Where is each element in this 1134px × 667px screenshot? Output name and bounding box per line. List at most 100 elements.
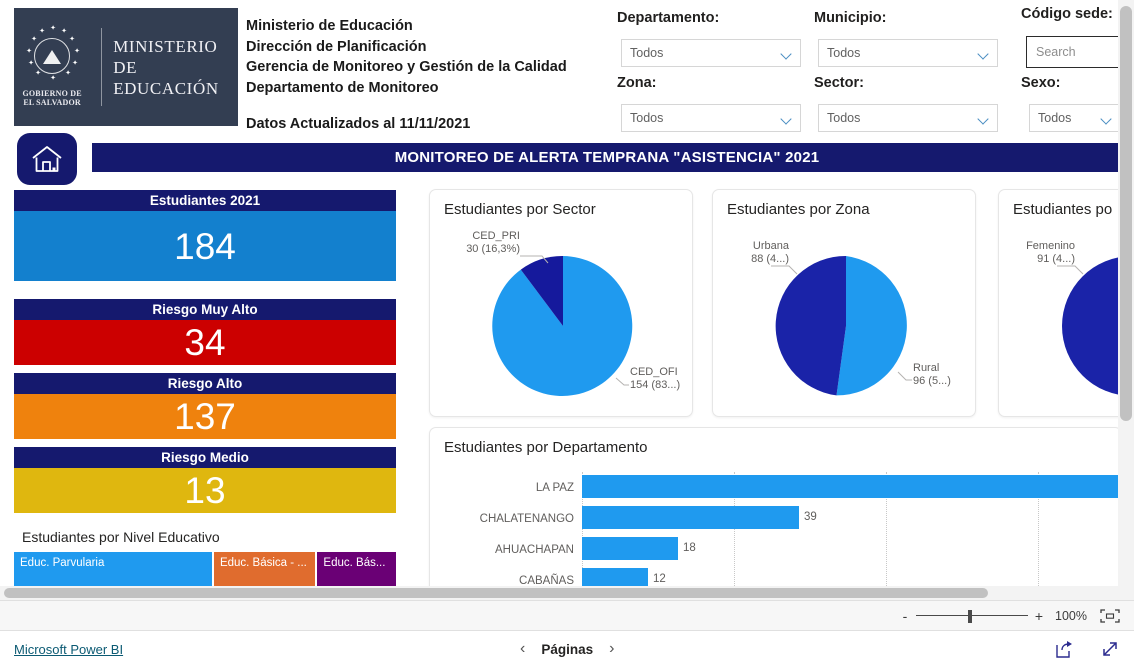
share-button[interactable]: [1054, 639, 1074, 659]
slicer-label-departamento: Departamento:: [617, 10, 720, 26]
kpi-card-estudiantes-2021[interactable]: Estudiantes 2021 184: [14, 190, 396, 281]
pages-label: Páginas: [541, 641, 594, 657]
home-button[interactable]: [17, 133, 77, 185]
pie-label-name: Rural: [913, 362, 940, 374]
report-footer: Microsoft Power BI ‹ Páginas ›: [0, 630, 1134, 667]
previous-page-button[interactable]: ‹: [520, 640, 525, 658]
zoom-slider-rail: [916, 614, 1028, 616]
pie-label-name: Femenino: [1026, 240, 1075, 252]
bar-category-label: CHALATENANGO: [479, 513, 574, 525]
slicer-departamento[interactable]: Todos: [621, 39, 801, 67]
visual-card-estudiantes-por-sexo[interactable]: Estudiantes po Femenino 91 (4...): [998, 189, 1134, 417]
el-salvador-crest: ✦ ✦ ✦ ✦ ✦ ✦ ✦ ✦ ✦ ✦ ✦ ✦ GOBIERNO DE EL S…: [22, 24, 82, 108]
logo-name-line1: MINISTERIO: [113, 36, 218, 56]
slicer-sector[interactable]: Todos: [818, 104, 998, 132]
report-horizontal-scrollbar-thumb[interactable]: [4, 588, 988, 598]
pie-label-name: CED_PRI: [472, 230, 520, 242]
expand-icon: [1103, 642, 1117, 656]
treemap-cell-label: Educ. Básica - ...: [219, 557, 307, 569]
kpi-value: 34: [14, 320, 396, 365]
pie-slice-rural: [836, 256, 907, 396]
chevron-down-icon: [978, 113, 989, 124]
report-canvas: ✦ ✦ ✦ ✦ ✦ ✦ ✦ ✦ ✦ ✦ ✦ ✦ GOBIERNO DE EL S…: [0, 0, 1134, 600]
kpi-value: 13: [14, 468, 396, 513]
report-vertical-scrollbar-thumb[interactable]: [1120, 6, 1132, 421]
slicer-zona-value: Todos: [630, 111, 664, 125]
visual-card-estudiantes-por-sector[interactable]: Estudiantes por Sector CED_PRI 30 (16,3%…: [429, 189, 693, 417]
treemap-cell-label: Educ. Parvularia: [20, 557, 105, 569]
pie-slice-urbana: [775, 255, 846, 396]
crest-label-line2: EL SALVADOR: [23, 98, 81, 107]
slicer-sexo-value: Todos: [1038, 111, 1072, 125]
microsoft-power-bi-link[interactable]: Microsoft Power BI: [14, 642, 123, 657]
slicer-sexo[interactable]: Todos: [1029, 104, 1121, 132]
slicer-label-municipio: Municipio:: [814, 10, 887, 26]
pie-label-value: 88 (4...): [751, 253, 789, 265]
pie-chart-sexo: [1057, 256, 1134, 396]
kpi-card-riesgo-alto[interactable]: Riesgo Alto 137: [14, 373, 396, 439]
bar-ahuachapan[interactable]: [582, 537, 678, 560]
kpi-title: Estudiantes 2021: [14, 190, 396, 211]
pie-label-value: 96 (5...): [913, 375, 951, 387]
mined-logo: ✦ ✦ ✦ ✦ ✦ ✦ ✦ ✦ ✦ ✦ ✦ ✦ GOBIERNO DE EL S…: [14, 8, 238, 126]
kpi-value: 184: [14, 211, 396, 281]
slicer-label-sexo: Sexo:: [1021, 75, 1061, 91]
treemap-cell-label: Educ. Bás...: [323, 557, 386, 569]
kpi-card-riesgo-medio[interactable]: Riesgo Medio 13: [14, 447, 396, 513]
slicer-label-codigo-sede: Código sede:: [1021, 6, 1113, 22]
chevron-down-icon: [781, 113, 792, 124]
visual-card-estudiantes-por-departamento[interactable]: Estudiantes por Departamento LA PAZ CHAL…: [429, 427, 1122, 600]
report-header-title: Ministerio de Educación Dirección de Pla…: [246, 18, 567, 96]
pie-label-value: 154 (83...): [630, 379, 681, 391]
fullscreen-button[interactable]: [1100, 639, 1120, 659]
dashboard-banner-title: MONITOREO DE ALERTA TEMPRANA "ASISTENCIA…: [92, 143, 1122, 172]
bar-category-label: LA PAZ: [535, 482, 574, 494]
search-placeholder: Search: [1036, 45, 1076, 59]
pie-label-value: 30 (16,3%): [466, 243, 520, 255]
logo-name-line2: DE EDUCACIÓN: [113, 57, 219, 98]
bar-category-label: AHUACHAPAN: [494, 544, 574, 556]
fit-to-page-icon: [1100, 608, 1120, 623]
bar-value-label: 18: [683, 542, 696, 554]
slicer-label-sector: Sector:: [814, 75, 864, 91]
zoom-percent-label: 100%: [1055, 608, 1087, 623]
pie-label-name: CED_OFI: [630, 366, 678, 378]
slicer-zona[interactable]: Todos: [621, 104, 801, 132]
kpi-card-riesgo-muy-alto[interactable]: Riesgo Muy Alto 34: [14, 299, 396, 365]
bar-value-label: 39: [804, 511, 817, 523]
zoom-in-button[interactable]: +: [1030, 608, 1048, 624]
slicer-municipio-value: Todos: [827, 46, 861, 60]
kpi-title: Riesgo Alto: [14, 373, 396, 394]
bar-chalatenango[interactable]: [582, 506, 799, 529]
kpi-value: 137: [14, 394, 396, 439]
bar-la-paz[interactable]: [582, 475, 1121, 498]
zoom-slider[interactable]: [916, 609, 1028, 623]
slicer-label-zona: Zona:: [617, 75, 657, 91]
visual-card-estudiantes-por-zona[interactable]: Estudiantes por Zona Urbana 88 (4...) Ru…: [712, 189, 976, 417]
data-update-note: Datos Actualizados al 11/11/2021: [246, 116, 471, 132]
pie-label-value: 91 (4...): [1037, 253, 1075, 265]
chevron-down-icon: [978, 48, 989, 59]
zoom-toolbar: - + 100%: [0, 600, 1134, 630]
treemap-title: Estudiantes por Nivel Educativo: [22, 529, 220, 545]
kpi-title: Riesgo Muy Alto: [14, 299, 396, 320]
bar-value-label: 12: [653, 573, 666, 585]
kpi-title: Riesgo Medio: [14, 447, 396, 468]
zoom-out-button[interactable]: -: [896, 608, 914, 624]
pie-label-urbana: Urbana 88 (4...): [713, 240, 789, 266]
page-navigator: ‹ Páginas ›: [520, 640, 614, 658]
next-page-button[interactable]: ›: [609, 640, 614, 658]
power-bi-report-window: ✦ ✦ ✦ ✦ ✦ ✦ ✦ ✦ ✦ ✦ ✦ ✦ GOBIERNO DE EL S…: [0, 0, 1134, 667]
zoom-slider-knob[interactable]: [968, 609, 972, 623]
slicer-municipio[interactable]: Todos: [818, 39, 998, 67]
home-icon: [32, 146, 62, 172]
pie-label-femenino: Femenino 91 (4...): [999, 240, 1075, 266]
pie-label-name: Urbana: [752, 240, 789, 252]
slicer-sector-value: Todos: [827, 111, 861, 125]
slicer-departamento-value: Todos: [630, 46, 664, 60]
chevron-down-icon: [781, 48, 792, 59]
pie-label-ced-ofi: CED_OFI 154 (83...): [630, 366, 694, 392]
share-icon: [1056, 641, 1072, 658]
pie-label-rural: Rural 96 (5...): [913, 362, 975, 388]
fit-to-page-button[interactable]: [1100, 608, 1120, 623]
